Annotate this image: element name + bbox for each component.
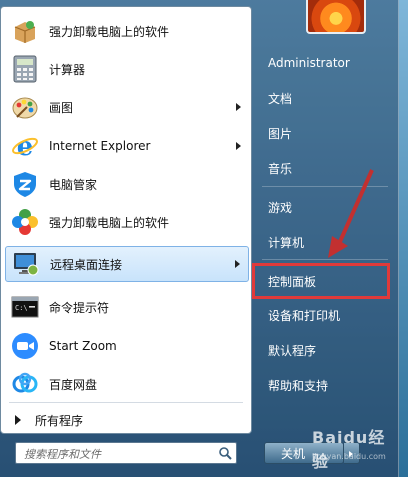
place-label: 图片	[268, 126, 293, 141]
submenu-arrow-icon[interactable]	[236, 103, 241, 111]
program-item-uninstall[interactable]: 强力卸载电脑上的软件	[5, 13, 249, 49]
cloud-disk-icon	[9, 368, 41, 400]
program-item-uninstall-2[interactable]: 强力卸载电脑上的软件	[5, 204, 249, 240]
remote-desktop-icon	[10, 248, 42, 280]
place-item-devices-printers[interactable]: 设备和打印机	[260, 302, 388, 328]
place-item-help-support[interactable]: 帮助和支持	[260, 372, 388, 398]
annotation-highlight-box	[252, 263, 390, 299]
shield-icon	[9, 168, 41, 200]
start-menu: 强力卸载电脑上的软件 计算器 画图 e Internet Explorer 电脑…	[0, 0, 399, 477]
place-item-user[interactable]: Administrator	[260, 50, 388, 76]
svg-text:C:\: C:\	[15, 304, 28, 312]
watermark-logo: Baidu经验	[312, 428, 386, 471]
program-item-baidu-netdisk[interactable]: 百度网盘	[5, 366, 249, 402]
place-label: 计算机	[268, 235, 305, 250]
program-label: 百度网盘	[49, 377, 98, 392]
program-item-calculator[interactable]: 计算器	[5, 51, 249, 87]
program-item-internet-explorer[interactable]: e Internet Explorer	[5, 128, 249, 164]
program-label: 远程桌面连接	[50, 257, 123, 272]
program-label: 画图	[49, 100, 74, 115]
program-label: 计算器	[49, 62, 86, 77]
place-label: 文档	[268, 91, 293, 106]
program-list-pane: 强力卸载电脑上的软件 计算器 画图 e Internet Explorer 电脑…	[0, 6, 252, 434]
place-item-documents[interactable]: 文档	[260, 85, 388, 111]
desktop-background	[398, 0, 408, 477]
program-item-start-zoom[interactable]: Start Zoom	[5, 328, 249, 364]
submenu-arrow-icon[interactable]	[235, 260, 240, 268]
program-label: Start Zoom	[49, 339, 117, 353]
uninstall-box-icon	[9, 15, 41, 47]
divider	[9, 402, 243, 403]
program-label: 电脑管家	[49, 177, 98, 192]
all-programs-button[interactable]: 所有程序	[9, 409, 245, 431]
program-label: 强力卸载电脑上的软件	[49, 215, 170, 230]
place-label: Administrator	[268, 56, 350, 70]
paint-palette-icon	[9, 91, 41, 123]
place-label: 设备和打印机	[268, 308, 341, 323]
program-label: 命令提示符	[49, 300, 110, 315]
program-label: 强力卸载电脑上的软件	[49, 24, 170, 39]
watermark-url: jingyan.baidu.com	[312, 452, 386, 461]
program-item-pc-manager[interactable]: 电脑管家	[5, 166, 249, 202]
colorful-flower-icon	[9, 206, 41, 238]
search-input[interactable]	[22, 444, 216, 465]
shutdown-label: 关机	[281, 446, 306, 461]
place-item-pictures[interactable]: 图片	[260, 120, 388, 146]
place-label: 游戏	[268, 200, 293, 215]
place-label: 音乐	[268, 161, 293, 176]
search-box	[15, 442, 237, 465]
all-programs-label: 所有程序	[35, 413, 84, 428]
program-item-remote-desktop[interactable]: 远程桌面连接	[5, 246, 249, 282]
place-item-default-programs[interactable]: 默认程序	[260, 337, 388, 363]
search-icon[interactable]	[218, 446, 232, 460]
program-item-paint[interactable]: 画图	[5, 89, 249, 125]
program-item-command-prompt[interactable]: C:\ 命令提示符	[5, 289, 249, 325]
program-label: Internet Explorer	[49, 139, 151, 153]
place-label: 帮助和支持	[268, 378, 329, 393]
place-label: 默认程序	[268, 343, 317, 358]
command-prompt-icon: C:\	[9, 291, 41, 323]
submenu-arrow-icon[interactable]	[236, 142, 241, 150]
expand-arrow-icon	[15, 415, 21, 425]
calculator-icon	[9, 53, 41, 85]
zoom-camera-icon	[9, 330, 41, 362]
internet-explorer-icon: e	[9, 130, 41, 162]
svg-text:e: e	[17, 132, 34, 160]
user-avatar[interactable]	[306, 0, 366, 34]
annotation-arrow-icon	[328, 169, 374, 258]
